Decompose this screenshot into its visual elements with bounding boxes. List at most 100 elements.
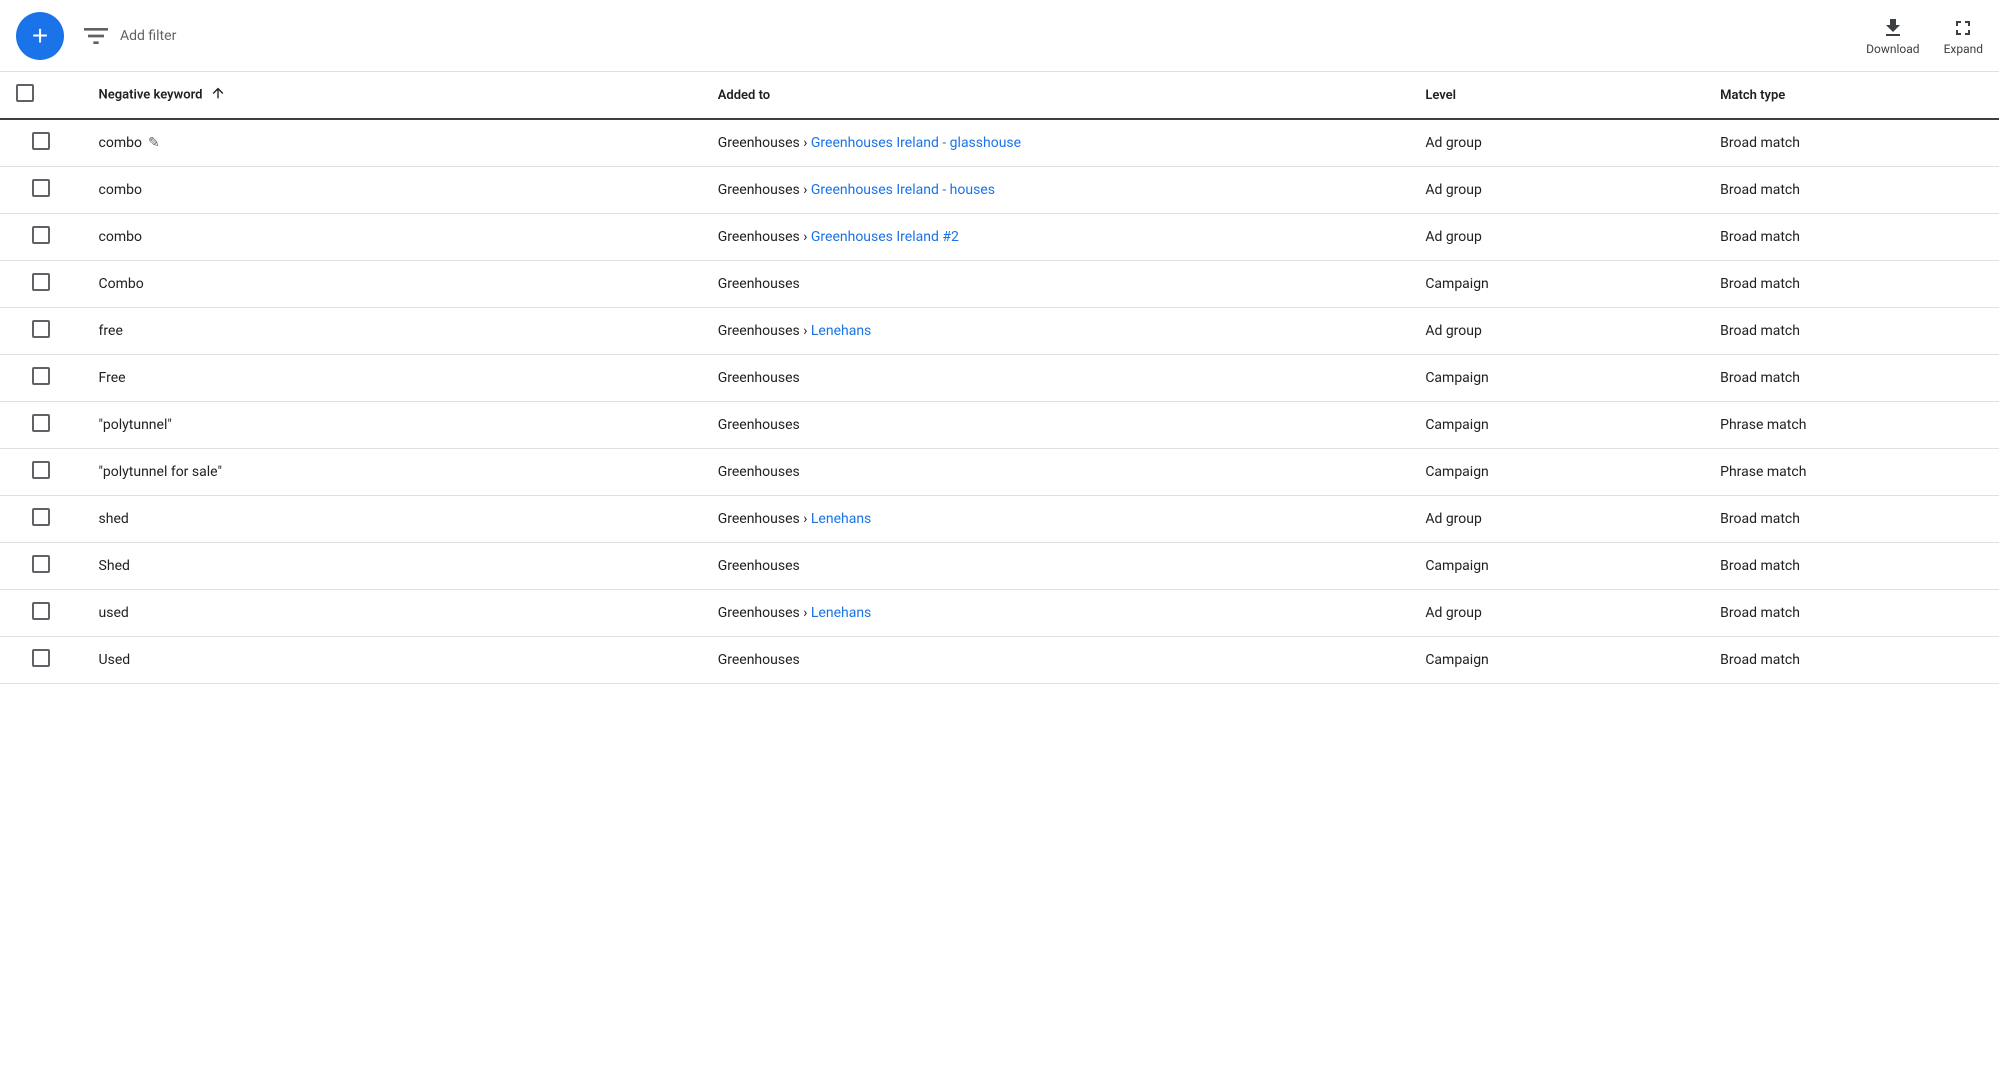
keyword-text: used <box>99 605 129 621</box>
added-to-cell: Greenhouses <box>702 261 1410 308</box>
keyword-text: "polytunnel for sale" <box>99 464 222 480</box>
keyword-cell: combo <box>83 214 702 261</box>
toolbar: + Add filter Download Expand <box>0 0 1999 72</box>
row-checkbox[interactable] <box>32 602 50 620</box>
table-row: "polytunnel for sale" GreenhousesCampaign… <box>0 449 1999 496</box>
added-to-cell: Greenhouses <box>702 449 1410 496</box>
keyword-cell: used <box>83 590 702 637</box>
keyword-text: combo <box>99 182 142 198</box>
row-checkbox-cell <box>0 167 83 214</box>
table-row: UsedGreenhousesCampaignBroad match <box>0 637 1999 684</box>
added-to-cell: Greenhouses › Lenehans <box>702 590 1410 637</box>
row-checkbox-cell <box>0 543 83 590</box>
added-to-cell: Greenhouses › Greenhouses Ireland - hous… <box>702 167 1410 214</box>
header-match-type: Match type <box>1704 72 1999 119</box>
keyword-text: combo <box>99 229 142 245</box>
match-type-cell: Broad match <box>1704 308 1999 355</box>
match-type-cell: Phrase match <box>1704 449 1999 496</box>
added-to-cell: Greenhouses <box>702 355 1410 402</box>
keyword-cell: combo ✎ <box>83 119 702 167</box>
keyword-text: Combo <box>99 276 144 292</box>
match-type-cell: Broad match <box>1704 590 1999 637</box>
row-checkbox[interactable] <box>32 320 50 338</box>
added-to-link[interactable]: Greenhouses Ireland #2 <box>811 229 959 245</box>
keyword-cell: "polytunnel" <box>83 402 702 449</box>
download-label: Download <box>1866 42 1919 56</box>
keyword-text: free <box>99 323 123 339</box>
added-to-cell: Greenhouses <box>702 637 1410 684</box>
row-checkbox[interactable] <box>32 555 50 573</box>
row-checkbox-cell <box>0 590 83 637</box>
table-container: Negative keyword Added to Level Match ty… <box>0 72 1999 684</box>
table-row: FreeGreenhousesCampaignBroad match <box>0 355 1999 402</box>
header-keyword[interactable]: Negative keyword <box>83 72 702 119</box>
row-checkbox[interactable] <box>32 461 50 479</box>
header-level: Level <box>1409 72 1704 119</box>
match-type-cell: Broad match <box>1704 543 1999 590</box>
added-to-cell: Greenhouses › Greenhouses Ireland #2 <box>702 214 1410 261</box>
add-filter-label[interactable]: Add filter <box>120 28 176 44</box>
row-checkbox[interactable] <box>32 367 50 385</box>
table-header-row: Negative keyword Added to Level Match ty… <box>0 72 1999 119</box>
keyword-text: combo <box>99 135 142 151</box>
keyword-cell: shed <box>83 496 702 543</box>
table-row: combo ✎ Greenhouses › Greenhouses Ireland … <box>0 119 1999 167</box>
added-to-cell: Greenhouses <box>702 543 1410 590</box>
row-checkbox[interactable] <box>32 273 50 291</box>
row-checkbox[interactable] <box>32 132 50 150</box>
download-action[interactable]: Download <box>1866 16 1919 56</box>
add-button[interactable]: + <box>16 12 64 60</box>
keyword-cell: Free <box>83 355 702 402</box>
row-checkbox[interactable] <box>32 508 50 526</box>
keyword-text: shed <box>99 511 129 527</box>
added-to-link[interactable]: Greenhouses Ireland - glasshouse <box>811 135 1021 151</box>
row-checkbox-cell <box>0 308 83 355</box>
added-to-link[interactable]: Lenehans <box>811 323 871 339</box>
match-type-cell: Broad match <box>1704 261 1999 308</box>
toolbar-right: Download Expand <box>1866 16 1983 56</box>
row-checkbox[interactable] <box>32 414 50 432</box>
header-checkbox[interactable] <box>16 84 34 102</box>
keyword-cell: free <box>83 308 702 355</box>
match-type-cell: Phrase match <box>1704 402 1999 449</box>
edit-icon[interactable]: ✎ <box>148 135 160 151</box>
keyword-cell: Combo <box>83 261 702 308</box>
expand-action[interactable]: Expand <box>1944 16 1983 56</box>
level-cell: Campaign <box>1409 449 1704 496</box>
keyword-cell: combo <box>83 167 702 214</box>
table-row: ShedGreenhousesCampaignBroad match <box>0 543 1999 590</box>
added-to-link[interactable]: Greenhouses Ireland - houses <box>811 182 995 198</box>
level-cell: Campaign <box>1409 261 1704 308</box>
filter-icon[interactable] <box>80 20 112 52</box>
row-checkbox[interactable] <box>32 649 50 667</box>
match-type-cell: Broad match <box>1704 167 1999 214</box>
match-type-cell: Broad match <box>1704 496 1999 543</box>
match-type-cell: Broad match <box>1704 637 1999 684</box>
keywords-table: Negative keyword Added to Level Match ty… <box>0 72 1999 684</box>
keyword-text: Shed <box>99 558 130 574</box>
added-to-cell: Greenhouses <box>702 402 1410 449</box>
row-checkbox-cell <box>0 637 83 684</box>
row-checkbox-cell <box>0 214 83 261</box>
row-checkbox[interactable] <box>32 226 50 244</box>
keyword-cell: Shed <box>83 543 702 590</box>
table-row: Combo GreenhousesCampaignBroad match <box>0 261 1999 308</box>
table-row: combo Greenhouses › Greenhouses Ireland #… <box>0 214 1999 261</box>
table-row: "polytunnel"GreenhousesCampaignPhrase ma… <box>0 402 1999 449</box>
added-to-cell: Greenhouses › Greenhouses Ireland - glas… <box>702 119 1410 167</box>
level-cell: Ad group <box>1409 496 1704 543</box>
keyword-text: Used <box>99 652 131 668</box>
row-checkbox[interactable] <box>32 179 50 197</box>
added-to-link[interactable]: Lenehans <box>811 605 871 621</box>
row-checkbox-cell <box>0 261 83 308</box>
header-checkbox-cell <box>0 72 83 119</box>
expand-label: Expand <box>1944 42 1983 56</box>
header-keyword-label: Negative keyword <box>99 87 203 102</box>
table-row: usedGreenhouses › LenehansAd groupBroad … <box>0 590 1999 637</box>
match-type-cell: Broad match <box>1704 355 1999 402</box>
added-to-cell: Greenhouses › Lenehans <box>702 496 1410 543</box>
added-to-cell: Greenhouses › Lenehans <box>702 308 1410 355</box>
keyword-text: "polytunnel" <box>99 417 172 433</box>
keyword-cell: "polytunnel for sale" <box>83 449 702 496</box>
added-to-link[interactable]: Lenehans <box>811 511 871 527</box>
